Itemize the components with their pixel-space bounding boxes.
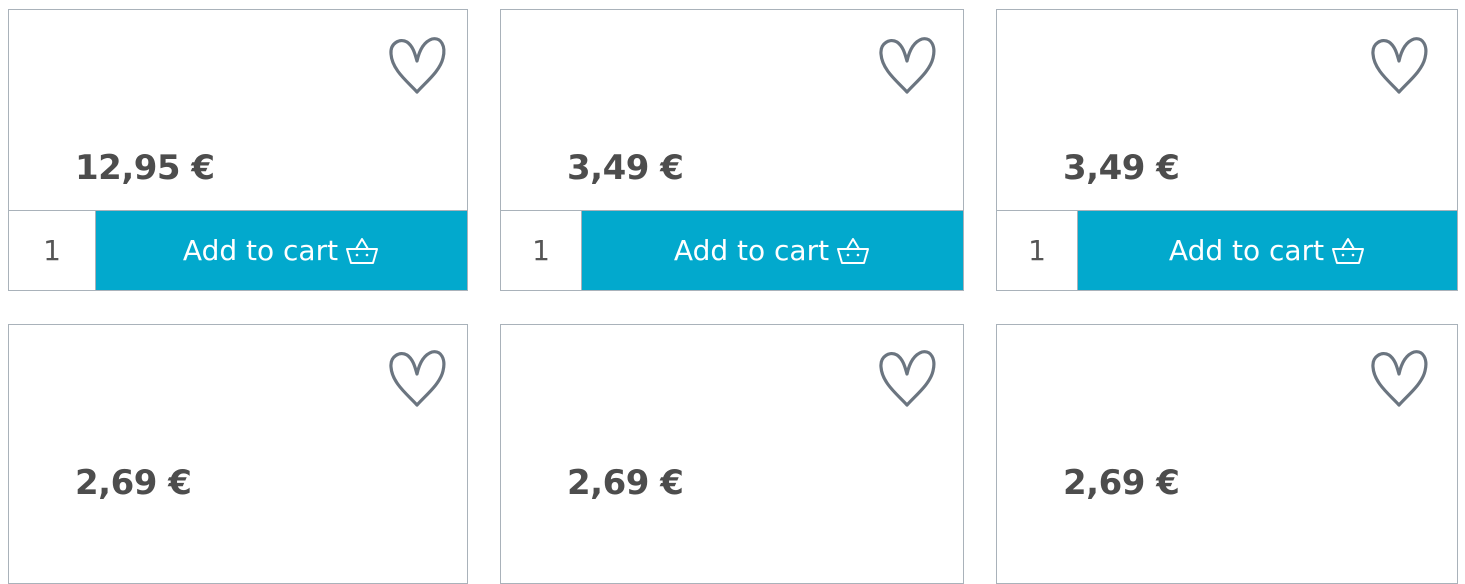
basket-icon [1330,236,1366,266]
product-card: 2,69 € [500,324,964,584]
product-price: 12,95 € [75,148,215,188]
cart-actions: 1 Add to cart [9,210,467,290]
add-to-cart-label: Add to cart [182,234,339,267]
quantity-input[interactable]: 1 [997,211,1078,290]
basket-icon [835,236,871,266]
add-to-cart-label: Add to cart [673,234,830,267]
heart-icon[interactable] [876,34,938,98]
basket-icon [344,236,380,266]
heart-icon[interactable] [876,347,938,411]
quantity-input[interactable]: 1 [9,211,96,290]
product-card: 12,95 € 1 Add to cart [8,9,468,291]
product-card: 3,49 € 1 Add to cart [996,9,1458,291]
product-card: 3,49 € 1 Add to cart [500,9,964,291]
product-price: 2,69 € [567,463,684,503]
product-price: 3,49 € [567,148,684,188]
quantity-input[interactable]: 1 [501,211,582,290]
cart-actions: 1 Add to cart [501,210,963,290]
product-price: 3,49 € [1063,148,1180,188]
heart-icon[interactable] [386,34,448,98]
product-card: 2,69 € [996,324,1458,584]
product-price: 2,69 € [1063,463,1180,503]
add-to-cart-button[interactable]: Add to cart [582,211,963,290]
add-to-cart-label: Add to cart [1168,234,1325,267]
product-price: 2,69 € [75,463,192,503]
heart-icon[interactable] [1368,34,1430,98]
add-to-cart-button[interactable]: Add to cart [96,211,467,290]
heart-icon[interactable] [386,347,448,411]
add-to-cart-button[interactable]: Add to cart [1078,211,1457,290]
cart-actions: 1 Add to cart [997,210,1457,290]
heart-icon[interactable] [1368,347,1430,411]
product-card: 2,69 € [8,324,468,584]
